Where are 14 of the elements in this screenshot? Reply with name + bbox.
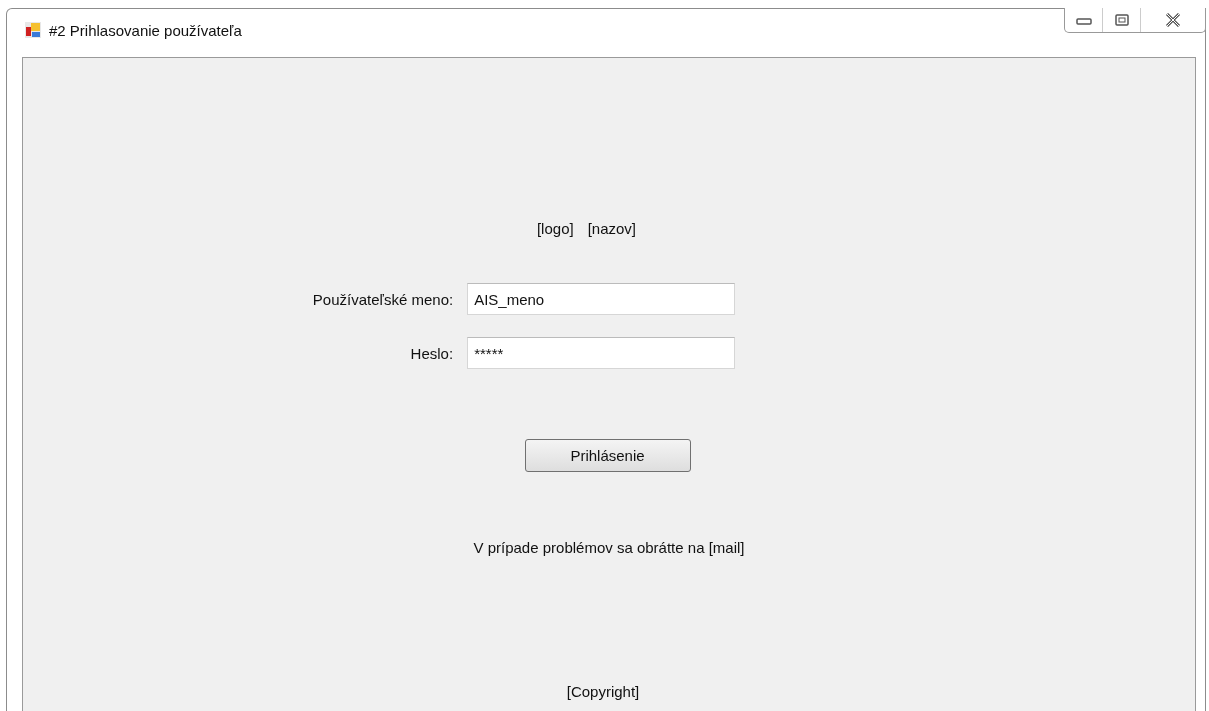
login-button[interactable]: Prihlásenie [524, 439, 691, 472]
field-label: Heslo: [409, 344, 454, 362]
logo-text: [logo] [536, 220, 574, 237]
minimize-icon [1075, 15, 1092, 25]
window-title: #2 Prihlasovanie používateľa [49, 21, 242, 39]
help-text: V prípade problémov sa obrátte na [mail] [473, 539, 745, 556]
input-field[interactable]: ***** [467, 337, 736, 369]
maximize-icon [1114, 14, 1129, 26]
app-name: [nazov] [587, 220, 637, 237]
field-label: Používateľské meno: [312, 290, 454, 308]
copyright-text: [Copyright] [566, 683, 640, 700]
input-field[interactable]: AIS_meno [467, 283, 736, 315]
close-icon [1165, 13, 1181, 27]
app-icon [25, 22, 41, 38]
